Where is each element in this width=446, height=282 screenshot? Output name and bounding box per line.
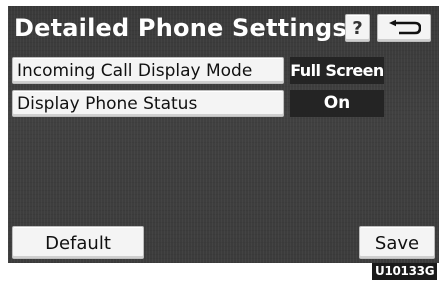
page-title: Detailed Phone Settings <box>14 14 347 42</box>
incoming-call-display-mode-value: Full Screen <box>290 57 384 84</box>
default-button[interactable]: Default <box>12 226 144 259</box>
display-phone-status-value: On <box>290 90 384 117</box>
image-code-label: U10133G <box>372 263 438 280</box>
save-button[interactable]: Save <box>359 226 435 259</box>
incoming-call-display-mode-button[interactable]: Incoming Call Display Mode <box>12 57 284 84</box>
back-button[interactable] <box>377 14 431 42</box>
help-button[interactable]: ? <box>345 14 370 42</box>
display-phone-status-button[interactable]: Display Phone Status <box>12 90 284 117</box>
settings-screen: Detailed Phone Settings ? Incoming Call … <box>8 6 439 263</box>
back-arrow-icon <box>389 19 421 35</box>
